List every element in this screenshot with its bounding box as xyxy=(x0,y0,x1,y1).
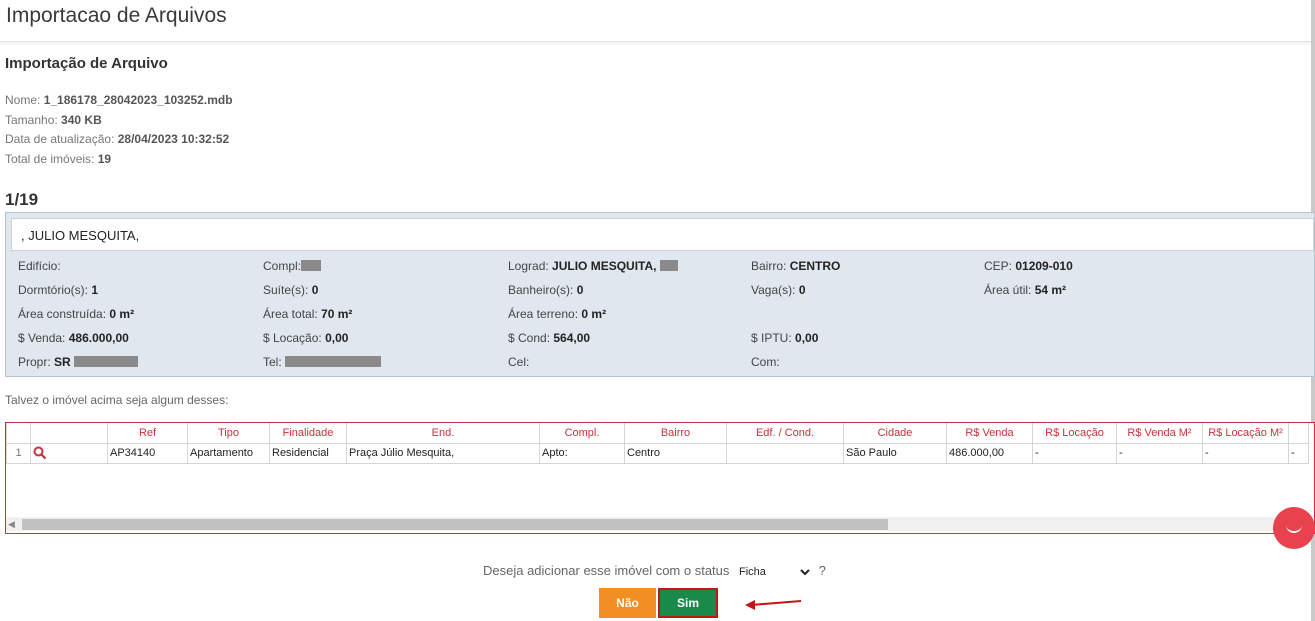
table-cell xyxy=(726,442,844,464)
redacted-value xyxy=(285,356,382,367)
section-title: Importação de Arquivo xyxy=(5,55,168,72)
column-header[interactable]: Compl. xyxy=(539,423,625,444)
field-compl: Compl: xyxy=(263,259,322,273)
confirm-question: Deseja adicionar esse imóvel com o statu… xyxy=(483,563,826,579)
property-address: , JULIO MESQUITA, xyxy=(11,218,1314,251)
column-header[interactable]: R$ Locação xyxy=(1032,423,1117,444)
table-cell: - xyxy=(1202,442,1289,464)
field-edificio: Edifício: xyxy=(18,259,61,273)
table-cell: - xyxy=(1116,442,1203,464)
field-bairro: Bairro: CENTRO xyxy=(751,259,841,273)
file-updated-label: Data de atualização: xyxy=(5,132,115,146)
table-cell: - xyxy=(1288,442,1309,464)
scroll-left-icon[interactable]: ◀ xyxy=(8,519,15,530)
header-bar: Importacao de Arquivos xyxy=(0,0,1311,42)
table-cell: 486.000,00 xyxy=(946,442,1033,464)
field-locacao: $ Locação: 0,00 xyxy=(263,331,349,345)
field-cep: CEP: 01209-010 xyxy=(984,259,1073,273)
page-title: Importacao de Arquivos xyxy=(6,4,227,27)
redacted-value xyxy=(301,260,322,271)
field-iptu: $ IPTU: 0,00 xyxy=(751,331,819,345)
field-suites: Suíte(s): 0 xyxy=(263,283,319,297)
property-card: , JULIO MESQUITA, Edifício: Compl: Logra… xyxy=(5,212,1315,377)
file-total: 19 xyxy=(97,151,112,166)
column-header[interactable] xyxy=(1288,423,1309,444)
column-header[interactable]: R$ Locação M² xyxy=(1202,423,1289,444)
file-size: 340 KB xyxy=(61,112,102,127)
row-search-cell xyxy=(30,442,108,464)
field-area-construida: Área construída: 0 m² xyxy=(18,307,135,321)
column-header[interactable]: R$ Venda xyxy=(946,423,1033,444)
status-select[interactable]: Ficha xyxy=(735,565,814,579)
file-name: 1_186178_28042023_103252.mdb xyxy=(43,93,233,107)
matches-hint: Talvez o imóvel acima seja algum desses: xyxy=(5,393,229,407)
column-header[interactable]: Finalidade xyxy=(269,423,347,444)
field-area-total: Área total: 70 m² xyxy=(263,307,353,321)
table-cell: Centro xyxy=(624,442,727,464)
column-header[interactable]: Bairro xyxy=(624,423,727,444)
table-cell: Residencial xyxy=(269,442,347,464)
column-header[interactable]: End. xyxy=(346,423,540,444)
column-header[interactable]: Edf. / Cond. xyxy=(726,423,844,444)
table-cell: Apartamento xyxy=(187,442,270,464)
field-area-terreno: Área terreno: 0 m² xyxy=(508,307,607,321)
arrow-left-icon xyxy=(745,600,802,610)
magnifier-icon[interactable] xyxy=(33,446,47,460)
matches-grid: Ref Tipo Finalidade End. Compl. Bairro Edf. / … xyxy=(5,422,1315,534)
field-lograd: Lograd: JULIO MESQUITA, xyxy=(508,259,678,273)
horizontal-scrollbar[interactable]: ◀ xyxy=(6,517,1308,531)
scrollbar-thumb[interactable] xyxy=(22,519,888,530)
field-banheiros: Banheiro(s): 0 xyxy=(508,283,584,297)
table-header-row: Ref Tipo Finalidade End. Compl. Bairro Edf. / … xyxy=(6,423,1309,444)
question-text: Deseja adicionar esse imóvel com o statu… xyxy=(483,563,730,578)
table-cell: Praça Júlio Mesquita, xyxy=(346,442,540,464)
field-cond: $ Cond: 564,00 xyxy=(508,331,591,345)
file-size-label: Tamanho: xyxy=(5,112,58,127)
table-cell: São Paulo xyxy=(843,442,947,464)
column-header[interactable] xyxy=(30,423,108,444)
table-cell: AP34140 xyxy=(107,442,188,464)
field-venda: $ Venda: 486.000,00 xyxy=(18,331,129,345)
column-header[interactable] xyxy=(6,423,31,444)
redacted-value xyxy=(659,260,678,271)
field-cel: Cel: xyxy=(508,355,530,369)
field-tel: Tel: xyxy=(263,355,382,369)
field-area-util: Área útil: 54 m² xyxy=(984,283,1067,297)
field-com: Com: xyxy=(751,355,780,369)
record-counter: 1/19 xyxy=(5,190,39,209)
column-header[interactable]: Ref xyxy=(107,423,188,444)
row-number: 1 xyxy=(6,442,31,464)
redacted-value xyxy=(74,356,139,367)
matches-table: Ref Tipo Finalidade End. Compl. Bairro Edf. / … xyxy=(6,423,1309,464)
table-cell: Apto: xyxy=(539,442,625,464)
file-name-label: Nome: xyxy=(5,93,41,107)
field-propr: Propr: SR xyxy=(18,355,139,369)
file-info: Nome: 1_186178_28042023_103252.mdb Taman… xyxy=(5,91,233,169)
column-header[interactable]: R$ Venda M² xyxy=(1116,423,1203,444)
column-header[interactable]: Tipo xyxy=(187,423,270,444)
yes-button[interactable]: Sim xyxy=(658,588,718,618)
column-header[interactable]: Cidade xyxy=(843,423,947,444)
file-total-label: Total de imóveis: xyxy=(5,151,95,166)
file-updated: 28/04/2023 10:32:52 xyxy=(117,132,230,146)
field-dormitorios: Dormtório(s): 1 xyxy=(18,283,99,297)
table-row[interactable]: 1 AP34140 Apartamento Residencial Praça Júli… xyxy=(6,442,1309,464)
no-button[interactable]: Não xyxy=(599,588,656,618)
chat-icon[interactable] xyxy=(1273,507,1315,549)
field-vagas: Vaga(s): 0 xyxy=(751,283,806,297)
question-mark: ? xyxy=(818,563,826,578)
table-cell: - xyxy=(1032,442,1117,464)
